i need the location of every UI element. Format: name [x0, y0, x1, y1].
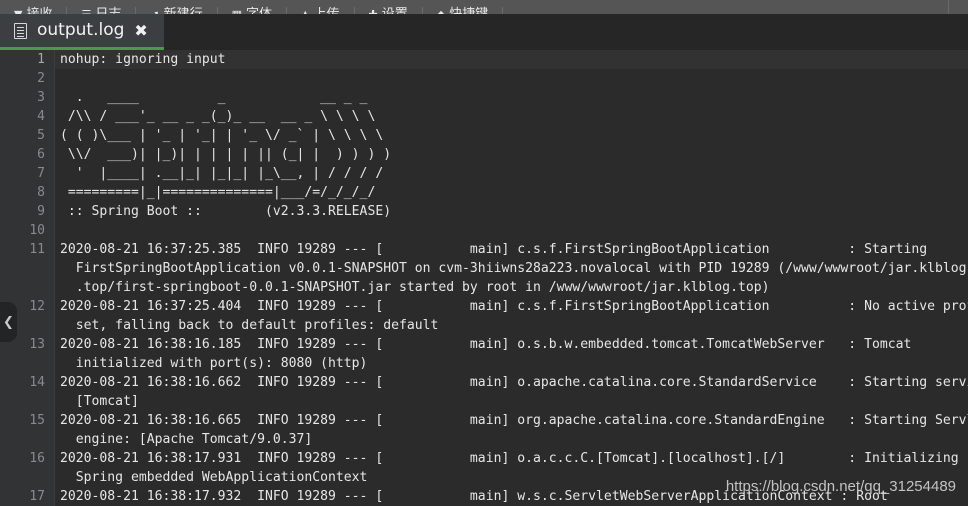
- line-number: 5: [37, 128, 45, 143]
- line-number: 10: [29, 223, 45, 238]
- line-number: 16: [29, 451, 45, 466]
- line-number: 17: [29, 489, 45, 504]
- log-line: set, falling back to default profiles: d…: [60, 318, 439, 333]
- log-line: . ____ _ __ _ _: [60, 90, 368, 105]
- toolbar-item-settings[interactable]: ✚ 设置: [355, 7, 423, 14]
- line-number: 4: [37, 109, 45, 124]
- line-number: 2: [37, 71, 45, 86]
- gutter-divider: [54, 50, 55, 506]
- log-line: /\\ / ___'_ __ _ _(_)_ __ __ _ \ \ \ \: [60, 109, 376, 124]
- log-line: engine: [Apache Tomcat/9.0.37]: [60, 432, 313, 447]
- line-number: 3: [37, 90, 45, 105]
- log-line: nohup: ignoring input: [60, 52, 226, 67]
- line-number: 7: [37, 166, 45, 181]
- log-editor: 123456789101112131415161718 nohup: ignor…: [0, 50, 968, 506]
- line-number: 6: [37, 147, 45, 162]
- watermark: https://blog.csdn.net/qq_31254489: [725, 478, 956, 495]
- line-number: 8: [37, 185, 45, 200]
- log-line: \\/ ___)| |_)| | | | | || (_| | ) ) ) ): [60, 147, 392, 162]
- log-line: .top/first-springboot-0.0.1-SNAPSHOT.jar…: [60, 280, 770, 295]
- line-number: 9: [37, 204, 45, 219]
- log-line: ( ( )\___ | '_ | '_| | '_ \/ _` | \ \ \ …: [60, 128, 384, 143]
- log-content[interactable]: nohup: ignoring input . ____ _ __ _ _ /\…: [60, 50, 968, 506]
- tab-bar: output.log ✖: [0, 14, 968, 50]
- line-number: 15: [29, 413, 45, 428]
- toolbar-item-newline[interactable]: ➚ 新建行: [136, 7, 218, 14]
- toolbar-item-log[interactable]: ☰ 日志: [67, 7, 137, 14]
- log-line: initialized with port(s): 8080 (http): [60, 356, 368, 371]
- toolbar-item-upload[interactable]: ▲ 上传: [287, 7, 355, 14]
- tab-output-log[interactable]: output.log ✖: [0, 14, 164, 50]
- line-number: 14: [29, 375, 45, 390]
- toolbar-item-receive[interactable]: ▼ 接收: [0, 7, 68, 14]
- document-icon: [14, 22, 27, 39]
- line-number-gutter: 123456789101112131415161718: [0, 50, 54, 506]
- log-line: 2020-08-21 16:38:16.665 INFO 19289 --- […: [60, 413, 968, 428]
- log-line: 2020-08-21 16:37:25.404 INFO 19289 --- […: [60, 299, 968, 314]
- toolbar-right-edge: [948, 0, 968, 14]
- log-line: :: Spring Boot :: (v2.3.3.RELEASE): [60, 204, 392, 219]
- chevron-left-icon: ❮: [3, 314, 14, 330]
- sidebar-collapse-handle[interactable]: ❮: [0, 302, 17, 342]
- log-line: [Tomcat]: [60, 394, 139, 409]
- top-toolbar: ▼ 接收 ☰ 日志 ➚ 新建行 ▦ 字体 ▲ 上传 ✚ 设置 ◆ 快捷键: [0, 0, 968, 14]
- log-line: =========|_|==============|___/=/_/_/_/: [60, 185, 376, 200]
- toolbar-item-font[interactable]: ▦ 字体: [218, 7, 288, 14]
- close-icon[interactable]: ✖: [134, 22, 147, 39]
- line-number: 1: [37, 52, 45, 67]
- log-line: 2020-08-21 16:37:25.385 INFO 19289 --- […: [60, 242, 928, 257]
- log-line: 2020-08-21 16:38:16.185 INFO 19289 --- […: [60, 337, 912, 352]
- line-number: 11: [29, 242, 45, 257]
- log-line: ' |____| .__|_| |_|_| |_\__, | / / / /: [60, 166, 384, 181]
- log-line: FirstSpringBootApplication v0.0.1-SNAPSH…: [60, 261, 967, 276]
- log-line: 2020-08-21 16:38:16.662 INFO 19289 --- […: [60, 375, 968, 390]
- toolbar-item-shortcuts[interactable]: ◆ 快捷键: [423, 7, 504, 14]
- tab-label: output.log: [37, 20, 125, 40]
- log-line: 2020-08-21 16:38:17.931 INFO 19289 --- […: [60, 451, 959, 466]
